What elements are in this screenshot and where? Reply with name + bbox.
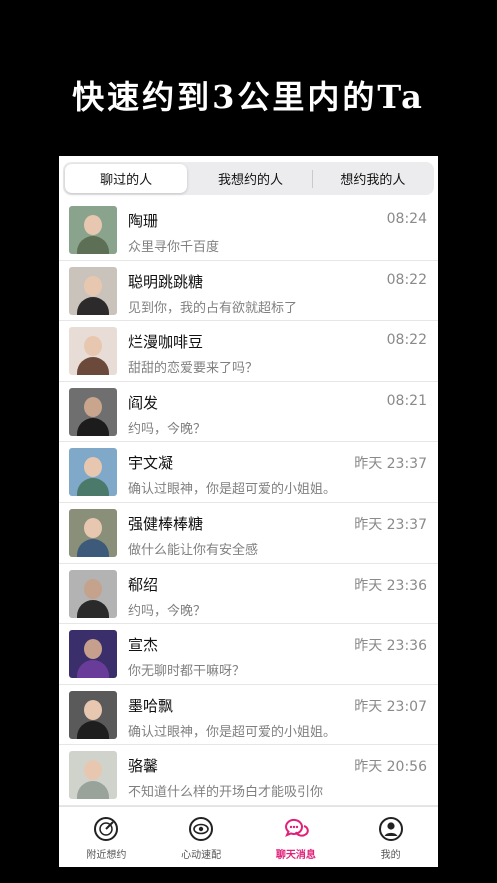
radar-icon (94, 817, 119, 841)
chat-message: 众里寻你千百度 (128, 240, 220, 255)
segment-label: 想约我的人 (340, 173, 406, 188)
chat-time: 08:24 (386, 211, 427, 227)
chat-row[interactable]: 宣杰 你无聊时都干嘛呀？ 昨天 23:36 (59, 624, 438, 685)
chat-name: 郗绍 (128, 575, 159, 594)
chat-time: 昨天 23:37 (354, 456, 427, 473)
chat-message: 确认过眼神，你是超可爱的小姐姐。 (128, 482, 337, 498)
chat-row[interactable]: 烂漫咖啡豆 甜甜的恋爱要来了吗？ 08:22 (59, 321, 438, 382)
chat-row[interactable]: 聪明跳跳糖 见到你，我的占有欲就超标了 08:22 (59, 261, 438, 322)
segment-i-want[interactable]: 我想约的人 (189, 162, 311, 195)
chat-time: 昨天 23:37 (354, 516, 427, 533)
avatar (69, 206, 117, 254)
chat-row[interactable]: 强健棒棒糖 做什么能让你有安全感 昨天 23:37 (59, 503, 438, 564)
tab-label: 聊天消息 (275, 850, 316, 861)
tab-label: 心动速配 (181, 850, 222, 861)
chat-name: 烂漫咖啡豆 (128, 333, 204, 352)
tab-nearby[interactable]: 附近想约 (59, 807, 154, 867)
segment-chatted[interactable]: 聊过的人 (65, 164, 188, 193)
chat-time: 昨天 23:07 (354, 698, 427, 715)
chat-name: 阎发 (128, 393, 159, 412)
avatar (69, 387, 117, 436)
tab-profile[interactable]: 我的 (343, 807, 438, 867)
chat-message: 做什么能让你有安全感 (128, 542, 259, 558)
profile-icon (378, 817, 403, 841)
chat-name: 聪明跳跳糖 (128, 272, 204, 291)
app-screen: 聊过的人 我想约的人 想约我的人 陶珊 众里寻你千百度 08:24 聪明跳跳糖 … (59, 156, 438, 867)
chat-message: 约吗，今晚？ (128, 421, 207, 437)
avatar (69, 751, 117, 800)
chat-list: 陶珊 众里寻你千百度 08:24 聪明跳跳糖 见到你，我的占有欲就超标了 08:… (59, 200, 438, 806)
chat-time: 08:22 (386, 271, 427, 288)
chat-message: 甜甜的恋爱要来了吗？ (128, 361, 259, 377)
chat-time: 08:21 (386, 392, 427, 409)
avatar (69, 569, 117, 618)
chat-row[interactable]: 郗绍 约吗，今晚？ 昨天 23:36 (59, 564, 438, 625)
chat-time: 昨天 23:36 (354, 577, 427, 594)
segment-bar: 聊过的人 我想约的人 想约我的人 (59, 156, 438, 200)
chat-name: 墨哈飘 (128, 696, 174, 715)
segment-label: 我想约的人 (217, 173, 283, 188)
avatar (69, 630, 117, 679)
chat-message: 约吗，今晚？ (128, 603, 207, 619)
avatar (69, 508, 117, 557)
tab-match[interactable]: 心动速配 (154, 807, 249, 867)
chat-time: 昨天 23:36 (354, 638, 427, 655)
chat-row[interactable]: 陶珊 众里寻你千百度 08:24 (59, 200, 438, 261)
chat-name: 强健棒棒糖 (128, 514, 204, 533)
chat-row[interactable]: 骆馨 不知道什么样的开场白才能吸引你 昨天 20:56 (59, 745, 438, 806)
segment-want-me[interactable]: 想约我的人 (311, 162, 434, 195)
promo-headline: 快速约到3公里内的Ta (72, 78, 425, 116)
chat-name: 宣杰 (128, 636, 159, 655)
avatar (69, 690, 117, 739)
avatar (69, 266, 117, 315)
chat-time: 昨天 20:56 (354, 759, 427, 776)
chat-bubbles-icon (284, 818, 309, 837)
avatar (69, 448, 117, 497)
tab-messages[interactable]: 聊天消息 (249, 807, 344, 867)
chat-time: 08:22 (386, 332, 427, 349)
chat-message: 见到你，我的占有欲就超标了 (128, 300, 298, 316)
chat-message: 不知道什么样的开场白才能吸引你 (128, 785, 324, 801)
segment-label: 聊过的人 (100, 173, 153, 188)
segmented-control: 聊过的人 我想约的人 想约我的人 (63, 162, 434, 195)
eye-icon (189, 817, 214, 841)
chat-message: 确认过眼神，你是超可爱的小姐姐。 (128, 724, 337, 740)
chat-name: 宇文凝 (128, 454, 174, 473)
chat-row[interactable]: 阎发 约吗，今晚？ 08:21 (59, 382, 438, 443)
chat-name: 陶珊 (128, 212, 159, 230)
chat-name: 骆馨 (128, 757, 159, 776)
chat-row[interactable]: 宇文凝 确认过眼神，你是超可爱的小姐姐。 昨天 23:37 (59, 442, 438, 503)
tab-label: 附近想约 (86, 850, 127, 861)
avatar (69, 327, 117, 376)
segment-divider (311, 170, 313, 188)
tab-label: 我的 (380, 850, 401, 861)
bottom-tab-bar: 附近想约 心动速配 聊天消息 我的 (59, 806, 438, 867)
chat-message: 你无聊时都干嘛呀？ (128, 664, 246, 680)
chat-row[interactable]: 墨哈飘 确认过眼神，你是超可爱的小姐姐。 昨天 23:07 (59, 685, 438, 746)
